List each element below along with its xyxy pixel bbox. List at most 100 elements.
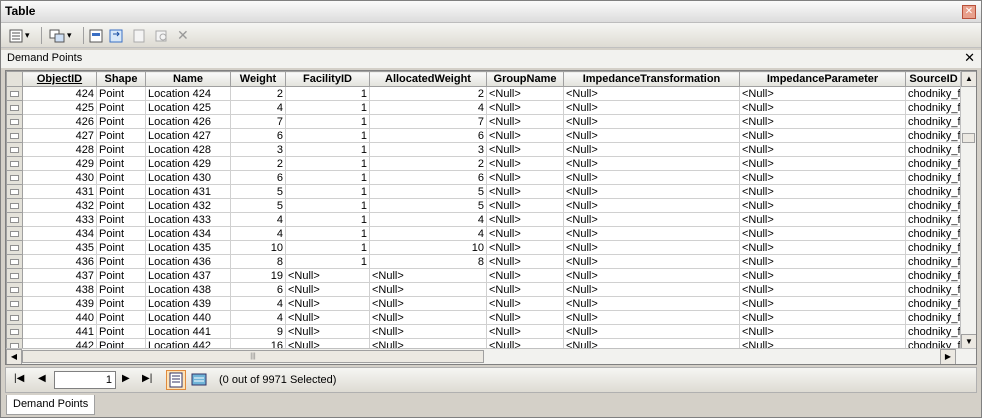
table-row[interactable]: 427 Point Location 427 6 1 6 <Null> <Null> <Null… [6, 128, 962, 143]
table-row[interactable]: 436 Point Location 436 8 1 8 <Null> <Null> <Null… [6, 254, 962, 269]
table-cell[interactable]: <Null> [369, 324, 487, 339]
clear-selection-button[interactable] [132, 27, 148, 44]
row-selector[interactable] [6, 114, 23, 129]
row-selector[interactable] [6, 156, 23, 171]
table-cell[interactable]: <Null> [486, 184, 564, 199]
table-cell[interactable]: 441 [22, 324, 97, 339]
row-selector[interactable] [6, 142, 23, 157]
table-row[interactable]: 434 Point Location 434 4 1 4 <Null> <Null> <Null… [6, 226, 962, 241]
table-cell[interactable]: 7 [230, 114, 286, 129]
first-record-icon[interactable]: |◀ [14, 373, 24, 384]
table-cell[interactable]: <Null> [563, 212, 740, 227]
table-cell[interactable]: Location 434 [145, 226, 231, 241]
table-cell[interactable]: <Null> [563, 296, 740, 311]
table-cell[interactable]: <Null> [486, 226, 564, 241]
table-cell[interactable]: 4 [230, 226, 286, 241]
table-cell[interactable]: Location 432 [145, 198, 231, 213]
table-cell[interactable]: Point [96, 198, 146, 213]
table-cell[interactable]: <Null> [486, 170, 564, 185]
table-cell[interactable]: Point [96, 100, 146, 115]
table-cell[interactable]: <Null> [563, 142, 740, 157]
table-cell[interactable]: <Null> [486, 142, 564, 157]
table-cell[interactable]: 5 [369, 198, 487, 213]
table-cell[interactable]: Point [96, 156, 146, 171]
table-cell[interactable]: <Null> [739, 128, 906, 143]
table-cell[interactable]: 4 [230, 100, 286, 115]
table-cell[interactable]: Location 429 [145, 156, 231, 171]
table-cell[interactable]: 2 [230, 156, 286, 171]
table-cell[interactable]: <Null> [563, 100, 740, 115]
row-selector[interactable] [6, 128, 23, 143]
table-cell[interactable]: Location 433 [145, 212, 231, 227]
table-cell[interactable]: <Null> [739, 310, 906, 325]
row-selector[interactable] [6, 254, 23, 269]
table-cell[interactable]: <Null> [486, 100, 564, 115]
close-table-tab-icon[interactable]: ✕ [964, 50, 975, 66]
table-cell[interactable]: 8 [230, 254, 286, 269]
row-selector[interactable] [6, 296, 23, 311]
scroll-left-icon[interactable]: ◀ [6, 349, 22, 364]
table-cell[interactable]: Point [96, 282, 146, 297]
table-cell[interactable]: 1 [285, 142, 370, 157]
table-row[interactable]: 438 Point Location 438 6 <Null> <Null> <Null> <… [6, 282, 962, 297]
table-cell[interactable]: 3 [369, 142, 487, 157]
table-cell[interactable]: Point [96, 128, 146, 143]
table-cell[interactable]: <Null> [563, 184, 740, 199]
table-cell[interactable]: chodniky_fi [905, 198, 962, 213]
table-cell[interactable]: 1 [285, 156, 370, 171]
table-row[interactable]: 425 Point Location 425 4 1 4 <Null> <Null> <Null… [6, 100, 962, 115]
table-cell[interactable]: 10 [369, 240, 487, 255]
table-cell[interactable]: <Null> [563, 86, 740, 101]
table-cell[interactable]: Location 431 [145, 184, 231, 199]
table-cell[interactable]: <Null> [739, 198, 906, 213]
table-cell[interactable]: <Null> [285, 324, 370, 339]
column-header-objectid[interactable]: ObjectID [22, 71, 97, 87]
table-cell[interactable]: chodniky_fi [905, 100, 962, 115]
table-cell[interactable]: 4 [369, 226, 487, 241]
vertical-scroll-thumb[interactable] [962, 133, 975, 143]
row-selector[interactable] [6, 240, 23, 255]
table-cell[interactable]: 436 [22, 254, 97, 269]
table-cell[interactable]: <Null> [285, 268, 370, 283]
delete-selected-button[interactable]: ✕ [177, 27, 189, 44]
table-cell[interactable]: <Null> [369, 296, 487, 311]
table-cell[interactable]: <Null> [486, 128, 564, 143]
table-cell[interactable]: <Null> [486, 212, 564, 227]
table-cell[interactable]: 440 [22, 310, 97, 325]
table-row[interactable]: 429 Point Location 429 2 1 2 <Null> <Null> <Null… [6, 156, 962, 171]
column-header-name[interactable]: Name [145, 71, 231, 87]
column-header-facilityid[interactable]: FacilityID [285, 71, 370, 87]
table-cell[interactable]: Point [96, 240, 146, 255]
scroll-up-icon[interactable]: ▲ [961, 71, 976, 87]
column-header-shape[interactable]: Shape [96, 71, 146, 87]
table-cell[interactable]: 3 [230, 142, 286, 157]
related-tables-button[interactable]: ▾ [49, 27, 72, 44]
table-cell[interactable]: chodniky_fi [905, 296, 962, 311]
table-cell[interactable]: 1 [285, 128, 370, 143]
table-cell[interactable]: 434 [22, 226, 97, 241]
table-cell[interactable]: Point [96, 170, 146, 185]
bottom-table-tab[interactable]: Demand Points [6, 395, 96, 415]
table-options-button[interactable]: ▾ [9, 27, 30, 44]
table-cell[interactable]: Location 437 [145, 268, 231, 283]
table-cell[interactable]: <Null> [739, 282, 906, 297]
table-cell[interactable]: Location 435 [145, 240, 231, 255]
table-cell[interactable]: <Null> [369, 310, 487, 325]
table-cell[interactable]: 425 [22, 100, 97, 115]
table-cell[interactable]: Point [96, 86, 146, 101]
table-cell[interactable]: <Null> [739, 254, 906, 269]
table-cell[interactable]: chodniky_fi [905, 282, 962, 297]
table-row[interactable]: 441 Point Location 441 9 <Null> <Null> <Null> <… [6, 324, 962, 339]
table-row[interactable]: 432 Point Location 432 5 1 5 <Null> <Null> <Null… [6, 198, 962, 213]
table-row[interactable]: 440 Point Location 440 4 <Null> <Null> <Null> <… [6, 310, 962, 325]
row-selector[interactable] [6, 324, 23, 339]
table-cell[interactable]: Location 436 [145, 254, 231, 269]
next-record-icon[interactable]: ▶ [122, 373, 130, 384]
table-cell[interactable]: 1 [285, 240, 370, 255]
table-cell[interactable]: <Null> [563, 254, 740, 269]
table-cell[interactable]: chodniky_fi [905, 324, 962, 339]
table-cell[interactable]: 9 [230, 324, 286, 339]
close-window-icon[interactable]: ✕ [962, 5, 976, 19]
table-cell[interactable]: <Null> [563, 268, 740, 283]
row-selector[interactable] [6, 198, 23, 213]
